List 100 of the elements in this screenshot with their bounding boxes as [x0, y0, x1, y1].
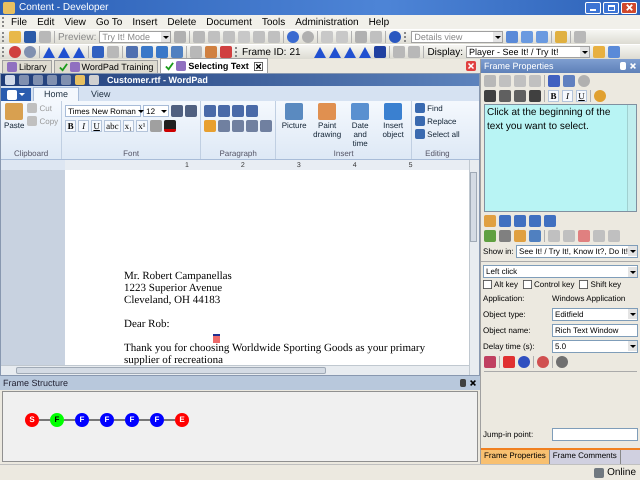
minimize-button[interactable]	[585, 2, 601, 14]
toolbar-grip[interactable]	[404, 32, 408, 42]
format-button[interactable]: x¹	[136, 120, 148, 132]
ribbon-button[interactable]: Select all	[415, 129, 460, 139]
application-value: Windows Application	[552, 294, 626, 302]
font-family-dropdown[interactable]: Times New Roman	[65, 105, 142, 117]
circle-icon[interactable]	[24, 46, 36, 58]
checkmark-icon	[58, 62, 68, 72]
font-size-dropdown[interactable]: 12	[143, 105, 170, 117]
close-icon	[624, 3, 634, 12]
ribbon-button[interactable]: Date and time	[345, 103, 376, 149]
dropdown-field[interactable]: Editfield	[552, 308, 638, 320]
checkbox[interactable]	[523, 280, 532, 289]
preview-label: Preview:	[58, 32, 96, 42]
format-button[interactable]: I	[562, 90, 573, 102]
document-tab[interactable]: Library	[2, 60, 52, 73]
group-label: Editing	[424, 149, 451, 159]
field-label: Jump-in point:	[483, 430, 534, 438]
ribbon-button[interactable]: Paint drawing	[312, 103, 342, 149]
square-icon[interactable]	[484, 90, 496, 102]
format-button[interactable]: U	[91, 120, 102, 132]
app-menu-button[interactable]	[1, 88, 31, 101]
document-text: Thank you for choosing Worldwide Sporting Goods as your primary supplier of recreationa	[124, 342, 426, 365]
vertical-scrollbar[interactable]	[469, 160, 479, 375]
frame-node[interactable]: F	[75, 413, 89, 427]
dropdown-field[interactable]: 5.0	[552, 340, 638, 352]
menu-item[interactable]: View	[59, 16, 91, 28]
menu-item[interactable]: File	[6, 16, 32, 28]
frame-node[interactable]: F	[125, 413, 139, 427]
menu-item[interactable]: Go To	[90, 16, 128, 28]
field-label: Delay time (s):	[483, 342, 536, 350]
checkbox[interactable]	[579, 280, 588, 289]
connection-status: Online	[607, 467, 636, 478]
format-button[interactable]: U	[576, 90, 587, 102]
document-tab[interactable]: Selecting Text	[160, 58, 268, 73]
frame-node[interactable]: F	[150, 413, 164, 427]
maximize-button[interactable]	[603, 2, 619, 14]
menu-item[interactable]: Document	[201, 16, 257, 28]
panel-title: Frame Properties	[484, 61, 554, 71]
circle-icon[interactable]	[9, 46, 21, 58]
format-button[interactable]: B	[65, 120, 76, 132]
checkbox[interactable]	[483, 280, 492, 289]
circle-icon[interactable]	[389, 31, 402, 43]
square-icon[interactable]	[164, 120, 176, 132]
window-title: Content - Developer	[19, 2, 108, 13]
ribbon-button[interactable]: Picture	[279, 103, 310, 149]
ribbon-button[interactable]: Replace	[415, 116, 460, 126]
view-mode-dropdown[interactable]: Details view	[411, 31, 504, 43]
ribbon-tab[interactable]: View	[81, 88, 120, 101]
checkmark-icon	[165, 62, 174, 70]
format-button[interactable]: x₁	[122, 120, 134, 132]
pin-icon[interactable]	[460, 379, 466, 387]
pin-icon[interactable]	[620, 62, 626, 70]
menu-item[interactable]: Tools	[256, 16, 290, 28]
horizontal-scrollbar[interactable]	[1, 365, 469, 375]
square-icon[interactable]	[529, 90, 541, 102]
field-label: Application:	[483, 294, 526, 302]
panel-title: Frame Structure	[3, 378, 68, 388]
document-text: Cleveland, OH 44183	[124, 294, 222, 306]
circle-icon[interactable]	[537, 356, 549, 368]
close-icon[interactable]	[254, 62, 263, 70]
display-dropdown[interactable]: Player - See It! / Try It!	[466, 46, 590, 58]
ribbon-button[interactable]: Find	[415, 103, 460, 113]
frame-id-value: 21	[289, 46, 302, 58]
input-field[interactable]	[552, 428, 638, 440]
input-field[interactable]: Rich Text Window	[552, 324, 638, 336]
cursor-marker-icon	[213, 334, 220, 343]
frame-node[interactable]: F	[100, 413, 114, 427]
menu-item[interactable]: Delete	[162, 16, 202, 28]
checkbox-label[interactable]: Shift key	[590, 280, 622, 289]
circle-icon[interactable]	[556, 356, 568, 368]
menu-item[interactable]: Help	[364, 16, 394, 28]
checkbox-label[interactable]: Alt key	[494, 280, 518, 289]
format-button[interactable]: B	[548, 90, 559, 102]
paste-button[interactable]: Paste	[4, 103, 24, 149]
frame-node[interactable]: S	[25, 413, 39, 427]
menu-item[interactable]: Insert	[127, 16, 162, 28]
show-in-dropdown[interactable]: See It! / Try It!, Know It?, Do It!	[516, 244, 638, 258]
field-label: Object name:	[483, 326, 532, 334]
format-button[interactable]: abc	[104, 120, 121, 132]
menu-item[interactable]: Edit	[32, 16, 60, 28]
group-label: Insert	[332, 149, 355, 159]
close-button[interactable]	[621, 2, 637, 14]
format-button[interactable]: I	[78, 120, 90, 132]
preview-mode-dropdown[interactable]: Try It! Mode	[99, 31, 172, 43]
instruction-text-area[interactable]: Click at the beginning of the text you want to select.	[484, 104, 637, 212]
ribbon-tab[interactable]: Home	[33, 87, 80, 101]
circle-icon[interactable]	[287, 31, 300, 43]
ribbon-button[interactable]: Insert object	[378, 103, 408, 149]
document-tab[interactable]: WordPad Training	[54, 60, 158, 73]
menu-item[interactable]: Administration	[290, 16, 364, 28]
frame-node[interactable]: E	[175, 413, 189, 427]
group-label: Paragraph	[218, 149, 258, 159]
panel-tab[interactable]: Frame Properties	[481, 450, 550, 464]
circle-icon[interactable]	[518, 356, 530, 368]
square-icon[interactable]	[374, 46, 386, 58]
frame-node[interactable]: F	[50, 413, 64, 427]
action-dropdown[interactable]: Left click	[483, 265, 638, 278]
close-icon[interactable]	[469, 379, 477, 387]
checkbox-label[interactable]: Control key	[534, 280, 574, 289]
